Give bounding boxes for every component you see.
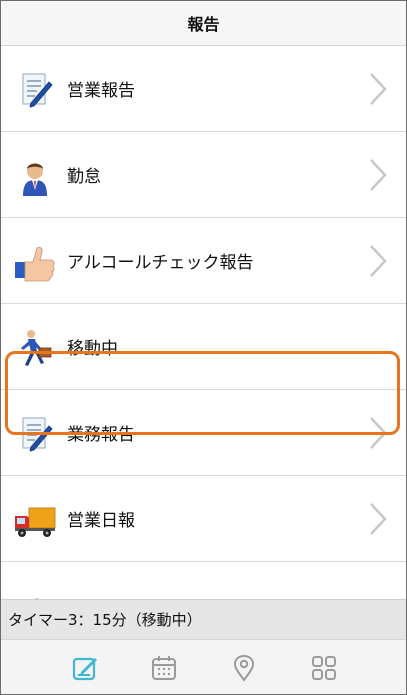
menu-item-label: アルコールチェック報告 [67,253,254,273]
menu-item-label: 営業日報 [67,511,135,531]
chevron-right-icon [370,503,387,535]
edit-icon[interactable] [71,654,99,682]
calendar-icon[interactable] [150,654,178,682]
menu-item-partial[interactable] [1,562,406,599]
location-pin-icon[interactable] [230,654,258,682]
menu-item-label: 業務報告 [67,425,135,445]
menu-item-label: 営業報告 [67,81,135,101]
timer-status-bar: タイマー3：15分（移動中） [1,599,406,639]
delivery-truck-icon [15,507,56,537]
report-pen-icon [22,417,53,452]
app-frame: 報告 営業報告 勤怠 アルコールチェック報告 移動中 業務報告 営業日報 タイマ… [0,0,407,695]
grid-icon[interactable] [310,654,338,682]
chevron-right-icon [370,245,387,277]
menu-item-moving[interactable]: 移動中 [1,304,406,390]
walking-briefcase-icon [21,330,52,366]
menu-item-alcohol-check[interactable]: アルコールチェック報告 [1,218,406,304]
menu-item-attendance[interactable]: 勤怠 [1,132,406,218]
menu-item-business-report[interactable]: 業務報告 [1,390,406,476]
tab-bar [1,639,406,694]
page-title: 報告 [187,15,220,34]
chevron-right-icon [370,159,387,191]
thumbs-up-icon [15,246,55,282]
businessman-icon [23,163,47,196]
menu-item-label: 勤怠 [67,167,101,187]
box-icon [35,598,39,599]
chevron-right-icon [370,73,387,105]
timer-status-text: タイマー3：15分（移動中） [8,611,202,629]
menu-item-label: 移動中 [67,339,118,359]
menu-item-sales-report[interactable]: 営業報告 [1,46,406,132]
report-pen-icon [22,73,53,108]
report-menu-list: 営業報告 勤怠 アルコールチェック報告 移動中 業務報告 営業日報 [1,46,406,599]
chevron-right-icon [370,417,387,449]
navigation-bar: 報告 [1,1,406,46]
menu-item-daily-sales-report[interactable]: 営業日報 [1,476,406,562]
